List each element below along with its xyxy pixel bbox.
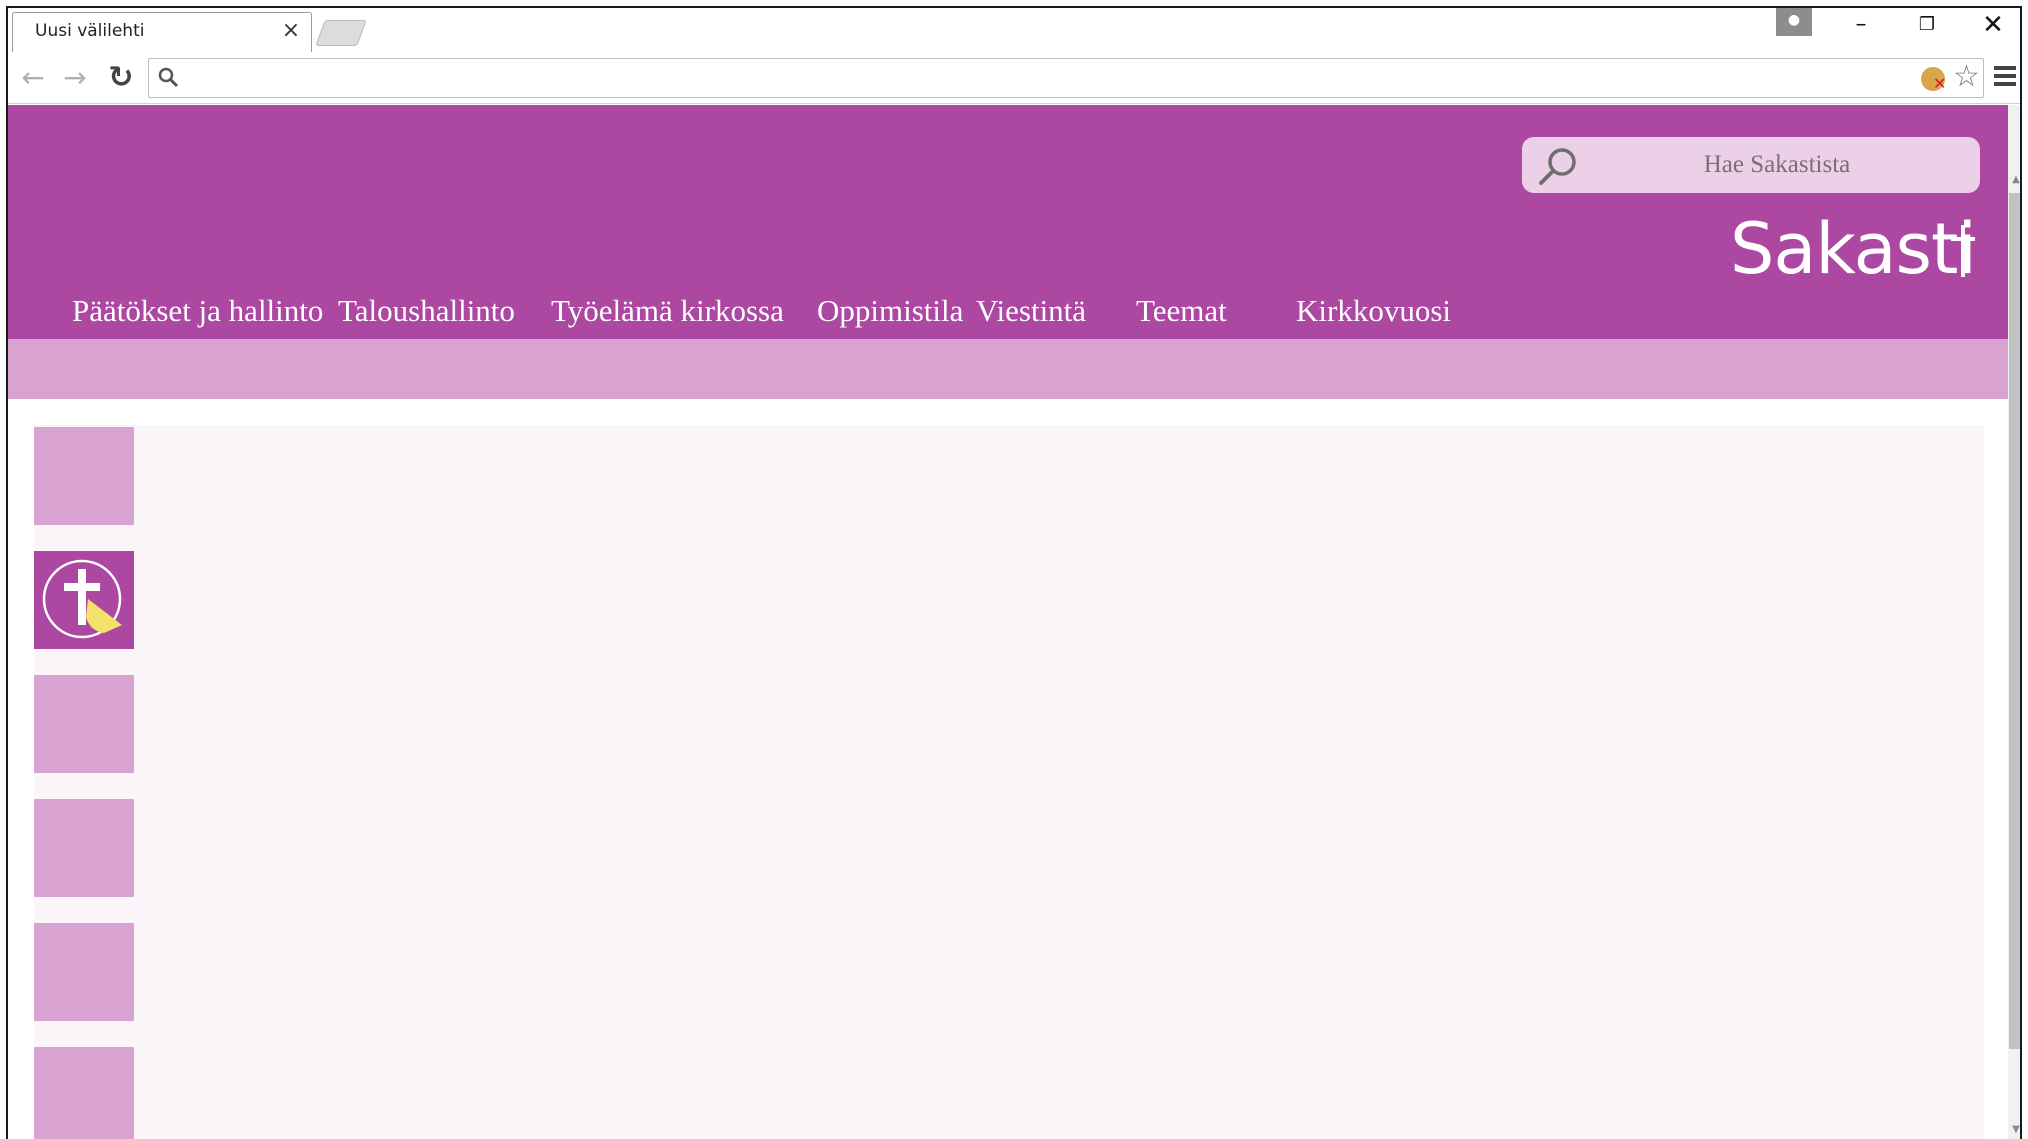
scroll-thumb[interactable] [2009,193,2020,1049]
main-content-area [34,425,1984,1139]
new-tab-button[interactable] [315,20,367,46]
side-tile-5[interactable] [34,923,134,1021]
browser-window: Uusi välilehti × ● – ❐ ✕ ← → ↻ ✕ ☆ Hae S… [6,6,2022,1139]
back-arrow-icon: ← [21,61,45,94]
nav-item-viestinta[interactable]: Viestintä [976,291,1086,331]
cross-icon [1951,225,1975,277]
side-tile-1[interactable] [34,427,134,525]
profile-icon: ● [1787,12,1801,28]
tab-strip: Uusi välilehti × ● – ❐ ✕ [8,8,2020,52]
side-tile-4[interactable] [34,799,134,897]
nav-item-tyoelama[interactable]: Työelämä kirkossa [551,291,784,331]
scroll-up-arrow-icon[interactable]: ▲ [2011,175,2020,185]
reload-icon: ↻ [108,60,134,95]
side-tile-emblem[interactable] [34,551,134,649]
minimize-button[interactable]: – [1834,10,1888,40]
church-emblem-icon [42,559,122,639]
scroll-down-arrow-icon[interactable]: ▼ [2011,1125,2020,1135]
blocked-x-icon: ✕ [1933,74,1947,93]
page-viewport: Sakasti Päätökset ja hallinto Taloushall… [8,105,2008,1139]
nav-item-teemat[interactable]: Teemat [1136,291,1227,331]
page-scrollbar[interactable]: ▲ ▼ [2008,105,2020,1139]
site-search[interactable] [1522,137,1980,193]
address-input[interactable] [189,63,1889,93]
search-icon [158,67,179,88]
side-tile-3[interactable] [34,675,134,773]
nav-item-taloushallinto[interactable]: Taloushallinto [338,291,515,331]
forward-button[interactable]: → [58,62,92,96]
close-window-button[interactable]: ✕ [1966,10,2020,40]
site-search-input[interactable] [1592,145,1962,185]
forward-arrow-icon: → [63,61,87,94]
profile-button[interactable]: ● [1776,8,1812,36]
tab-close-icon[interactable]: × [279,19,303,43]
magnifier-icon[interactable] [1536,145,1580,187]
site-header: Sakasti Päätökset ja hallinto Taloushall… [8,105,2008,339]
maximize-button[interactable]: ❐ [1900,10,1954,40]
address-bar[interactable]: ✕ ☆ [148,58,1984,98]
browser-toolbar: ← → ↻ ✕ ☆ [8,52,2020,104]
extension-blocked-icon[interactable]: ✕ [1921,67,1947,93]
nav-item-oppimistila[interactable]: Oppimistila [817,291,963,331]
menu-icon[interactable] [1994,66,2016,88]
sub-navigation-bar [8,339,2008,399]
tab-new-tab[interactable]: Uusi välilehti × [12,12,312,52]
nav-item-paatokset[interactable]: Päätökset ja hallinto [72,291,323,331]
reload-button[interactable]: ↻ [104,62,138,96]
nav-item-kirkkovuosi[interactable]: Kirkkovuosi [1296,291,1451,331]
side-tile-6[interactable] [34,1047,134,1139]
tab-title: Uusi välilehti [35,21,145,41]
site-logo[interactable]: Sakasti [1730,209,1977,289]
star-icon[interactable]: ☆ [1953,61,1980,93]
back-button[interactable]: ← [16,62,50,96]
